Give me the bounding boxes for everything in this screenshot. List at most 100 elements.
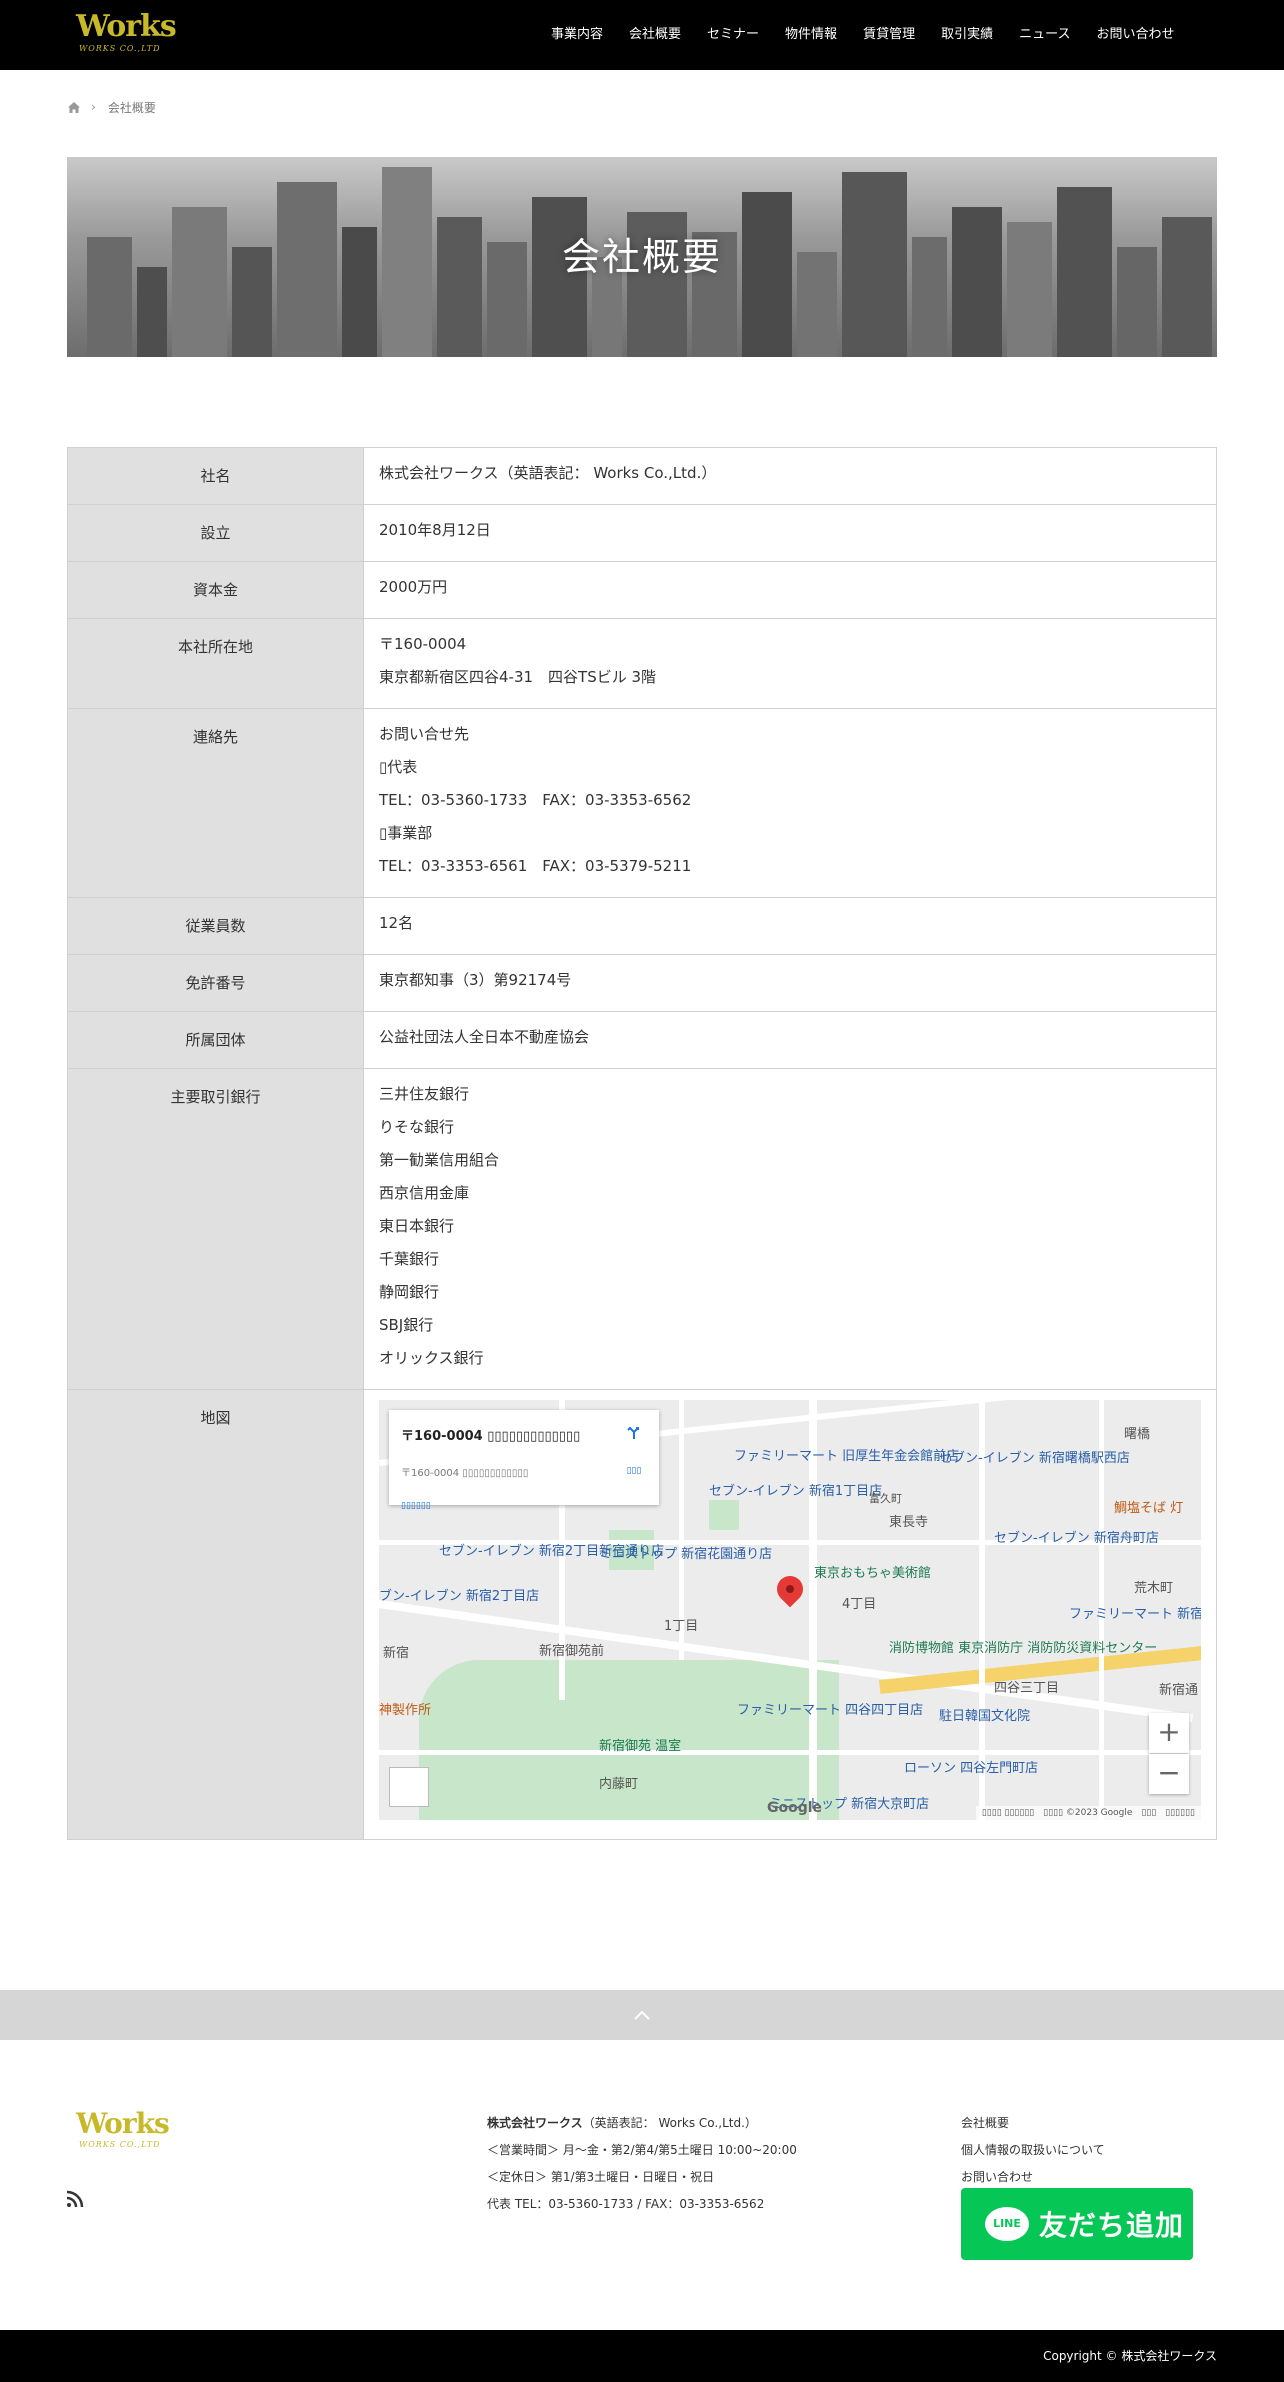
footer-link-contact[interactable]: お問い合わせ <box>961 2164 1105 2191</box>
table-row-capital: 資本金 2000万円 <box>67 561 1217 619</box>
directions-icon <box>627 1426 639 1439</box>
breadcrumb-current: 会社概要 <box>107 100 156 115</box>
row-value-line: オリックス銀行 <box>379 1349 484 1367</box>
row-value-line: 株式会社ワークス（英語表記： Works Co.,Ltd.） <box>379 464 717 482</box>
footer-link-privacy[interactable]: 個人情報の取扱いについて <box>961 2137 1105 2164</box>
row-label: 本社所在地 <box>67 618 364 709</box>
map-label: 新宿御苑前 <box>539 1644 605 1659</box>
row-value: 公益社団法人全日本不動産協会 <box>363 1011 1217 1069</box>
row-value-line: お問い合せ先 <box>379 725 470 743</box>
table-row-banks: 主要取引銀行 三井住友銀行 りそな銀行 第一勧業信用組合 西京信用金庫 東日本銀行 千葉銀行… <box>67 1068 1217 1390</box>
row-value: 東京都知事（3）第92174号 <box>363 954 1217 1012</box>
rss-icon[interactable] <box>66 2190 84 2208</box>
zoom-in-button[interactable]: + <box>1149 1713 1189 1753</box>
footer-logo[interactable]: Works WORKS CO.,LTD <box>76 2108 170 2156</box>
map-label: 富久町 <box>869 1492 902 1505</box>
table-row: 地図 ファミリーマート 旧厚生年金会館前店 セブン-イレブン 新宿1丁目店 セブ… <box>67 1389 1217 1840</box>
hero-banner: 会社概要 <box>67 157 1217 357</box>
map-label: ブン-イレブン 新宿2丁目店 <box>379 1589 540 1604</box>
map-label: 駐日韓国文化院 <box>939 1709 1031 1724</box>
map-label: 神製作所 <box>379 1703 432 1718</box>
nav-item-company[interactable]: 会社概要 <box>616 0 694 70</box>
page-top-button[interactable] <box>0 1990 1284 2040</box>
row-value: 三井住友銀行 りそな銀行 第一勧業信用組合 西京信用金庫 東日本銀行 千葉銀行 静岡銀行 SB… <box>363 1068 1217 1390</box>
row-value-line: 2000万円 <box>379 578 448 596</box>
map-label: セブン-イレブン 新宿舟町店 <box>994 1531 1159 1546</box>
nav-item-results[interactable]: 取引実績 <box>928 0 1006 70</box>
company-info-table: 社名 株式会社ワークス（英語表記： Works Co.,Ltd.） 設立 2010年8… <box>67 447 1217 1840</box>
map-marker-icon[interactable] <box>771 1570 809 1608</box>
row-value-line: 東京都新宿区四谷4-31 四谷TSビル 3階 <box>379 668 657 686</box>
row-label: 社名 <box>67 447 364 505</box>
map-info-title: 〒160-0004 ▯▯▯▯▯▯▯▯▯▯▯▯▯ <box>401 1429 581 1444</box>
map-label: セブン-イレブン 新宿1丁目店 <box>709 1484 883 1499</box>
row-value: 12名 <box>363 897 1217 955</box>
nav-item-rental[interactable]: 賃貸管理 <box>850 0 928 70</box>
nav-item-contact[interactable]: お問い合わせ <box>1083 0 1187 70</box>
footer-links: 会社概要 個人情報の取扱いについて お問い合わせ <box>961 2110 1105 2191</box>
footer-hours: ＜営業時間＞ 月〜金・第2/第4/第5土曜日 10:00~20:00 <box>487 2143 797 2157</box>
table-row-name: 社名 株式会社ワークス（英語表記： Works Co.,Ltd.） <box>67 447 1217 505</box>
directions-button[interactable]: ▯▯▯ <box>623 1422 645 1488</box>
row-label: 免許番号 <box>67 954 364 1012</box>
nav-item-seminar[interactable]: セミナー <box>694 0 772 70</box>
home-icon[interactable] <box>67 101 81 114</box>
main-nav: 事業内容 会社概要 セミナー 物件情報 賃貸管理 取引実績 ニュース お問い合わ… <box>538 0 1187 70</box>
zoom-out-button[interactable]: − <box>1149 1754 1189 1794</box>
google-map[interactable]: ファミリーマート 旧厚生年金会館前店 セブン-イレブン 新宿1丁目店 セブン-イ… <box>379 1400 1201 1820</box>
row-label: 地図 <box>67 1389 364 1840</box>
row-value-line: 第一勧業信用組合 <box>379 1151 500 1169</box>
map-label: 曙橋 <box>1124 1427 1151 1442</box>
footer-holiday: ＜定休日＞ 第1/第3土曜日・日曜日・祝日 <box>487 2170 715 2184</box>
row-value-line: TEL：03-3353-6561 FAX：03-5379-5211 <box>379 857 692 875</box>
site-logo[interactable]: Works WORKS CO.,LTD <box>76 10 177 58</box>
row-value-line: りそな銀行 <box>379 1118 455 1136</box>
table-row-contact: 連絡先 お問い合せ先 ▯代表 TEL：03-5360-1733 FAX：03-3353… <box>67 708 1217 898</box>
row-value-line: 東京都知事（3）第92174号 <box>379 971 572 989</box>
row-label: 主要取引銀行 <box>67 1068 364 1390</box>
row-label: 所属団体 <box>67 1011 364 1069</box>
logo-text: Works <box>76 9 177 44</box>
map-label: ファミリーマート 四谷四丁目店 <box>737 1703 924 1718</box>
map-label: 東京おもちゃ美術館 <box>814 1566 932 1581</box>
map-info-box: 〒160-0004 ▯▯▯▯▯▯▯▯▯▯▯▯▯ 〒160-0004 ▯▯▯▯▯▯… <box>389 1410 659 1511</box>
row-label: 設立 <box>67 504 364 562</box>
map-label: 新宿御苑 温室 <box>599 1739 682 1754</box>
line-add-friend-button[interactable]: LINE 友だち追加 <box>961 2188 1193 2260</box>
row-value-line: 12名 <box>379 914 414 932</box>
map-label: 鯛塩そば 灯 <box>1114 1501 1184 1516</box>
table-row-founded: 設立 2010年8月12日 <box>67 504 1217 562</box>
chevron-up-icon <box>634 2010 650 2020</box>
map-label: ローソン 四谷左門町店 <box>904 1761 1039 1776</box>
map-larger-link[interactable]: ▯▯▯▯▯▯ <box>401 1490 431 1523</box>
nav-item-business[interactable]: 事業内容 <box>538 0 616 70</box>
map-label: 新宿通 <box>1159 1683 1199 1698</box>
map-label: 内藤町 <box>599 1777 639 1792</box>
row-label: 資本金 <box>67 561 364 619</box>
logo-subtext: WORKS CO.,LTD <box>79 44 161 53</box>
map-label: 4丁目 <box>842 1597 877 1612</box>
row-value-line: 2010年8月12日 <box>379 521 491 539</box>
footer-link-company[interactable]: 会社概要 <box>961 2110 1105 2137</box>
table-row-association: 所属団体 公益社団法人全日本不動産協会 <box>67 1011 1217 1069</box>
nav-item-news[interactable]: ニュース <box>1006 0 1083 70</box>
row-label: 連絡先 <box>67 708 364 898</box>
google-logo: Google <box>767 1800 823 1816</box>
row-value-line: 静岡銀行 <box>379 1283 440 1301</box>
breadcrumb: › 会社概要 <box>67 97 156 117</box>
row-value-line: ▯代表 <box>379 758 418 776</box>
site-header: Works WORKS CO.,LTD 事業内容 会社概要 セミナー 物件情報 … <box>0 0 1284 70</box>
row-value-line: 〒160-0004 <box>379 635 467 653</box>
street-view-button[interactable] <box>389 1767 429 1807</box>
table-row-employees: 従業員数 12名 <box>67 897 1217 955</box>
row-value-line: 公益社団法人全日本不動産協会 <box>379 1028 590 1046</box>
footer-company-en: （英語表記： Works Co.,Ltd.） <box>582 2116 757 2130</box>
copyright: Copyright © 株式会社ワークス <box>0 2330 1284 2382</box>
nav-item-properties[interactable]: 物件情報 <box>772 0 850 70</box>
table-row-license: 免許番号 東京都知事（3）第92174号 <box>67 954 1217 1012</box>
row-value: お問い合せ先 ▯代表 TEL：03-5360-1733 FAX：03-3353-65… <box>363 708 1217 898</box>
footer-company-info: 株式会社ワークス（英語表記： Works Co.,Ltd.） ＜営業時間＞ 月〜… <box>487 2110 797 2218</box>
map-label: ファミリーマート 旧厚生年金会館前店 <box>734 1449 960 1464</box>
row-label: 従業員数 <box>67 897 364 955</box>
chevron-right-icon: › <box>91 100 96 114</box>
